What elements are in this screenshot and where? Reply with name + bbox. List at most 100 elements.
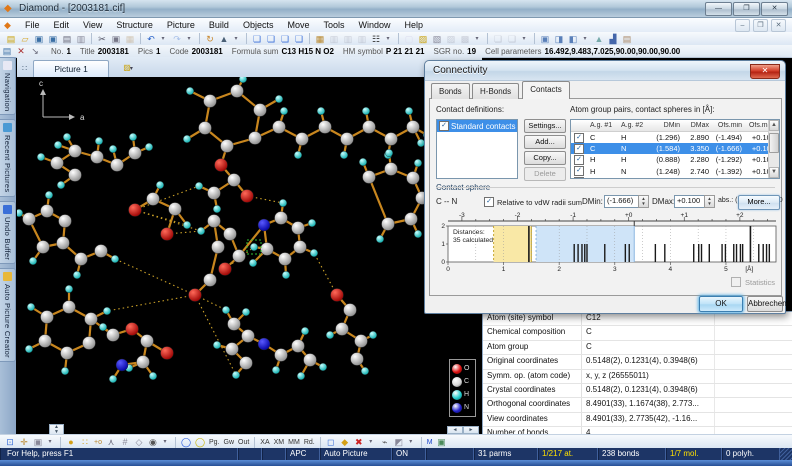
atom-h[interactable] [385, 149, 393, 157]
blank-swatch-icon[interactable]: ▢ [403, 33, 415, 45]
atom-c[interactable] [336, 323, 349, 336]
scroll-up-icon[interactable]: ▲ [769, 120, 779, 131]
atom-c[interactable] [83, 337, 96, 350]
scroll-thumb[interactable] [769, 133, 779, 153]
button-packing[interactable]: Pg. [207, 438, 222, 447]
coordination-sphere-yellow-icon[interactable]: ◯ [194, 436, 206, 448]
atom-h[interactable] [195, 182, 203, 190]
atom-h[interactable] [326, 331, 334, 339]
atom-c[interactable] [85, 313, 98, 326]
atom-c[interactable] [292, 340, 305, 353]
dialog-title-bar[interactable]: Connectivity [425, 61, 785, 81]
atom-o[interactable] [331, 289, 344, 302]
menu-help[interactable]: Help [398, 19, 431, 31]
atom-h[interactable] [361, 367, 369, 375]
atom-h[interactable] [37, 153, 45, 161]
filter-icon[interactable]: ◉ [147, 436, 159, 448]
atom-h[interactable] [129, 133, 137, 141]
row-checkbox[interactable]: ✓ [574, 144, 584, 154]
atom-h[interactable] [213, 205, 221, 213]
pairs-row-H-H[interactable]: ✓HH(0.888)2.280(-1.292)+0.100R [571, 154, 779, 165]
atom-o[interactable] [161, 347, 174, 360]
menu-objects[interactable]: Objects [236, 19, 281, 31]
atom-c[interactable] [137, 356, 150, 369]
dock-grid-icon[interactable]: ∷ [22, 64, 27, 73]
definition-item[interactable]: ✓Standard contacts [437, 120, 517, 132]
atom-c[interactable] [233, 250, 246, 263]
atom-o[interactable] [126, 323, 139, 336]
menu-build[interactable]: Build [202, 19, 236, 31]
atom-h[interactable] [29, 257, 37, 265]
open-folder-icon[interactable]: ▱ [19, 33, 31, 45]
atom-h[interactable] [73, 271, 81, 279]
chevron-down-icon[interactable]: ▾ [518, 33, 530, 45]
mdi-minimize-button[interactable]: – [735, 19, 750, 32]
window-close-all-icon[interactable]: ❏ [293, 33, 305, 45]
atom-c[interactable] [407, 172, 420, 185]
resize-grip[interactable] [780, 448, 792, 460]
menu-edit[interactable]: Edit [47, 19, 77, 31]
mdi-restore-button[interactable]: ❐ [753, 19, 768, 32]
delete-button[interactable]: Delete [524, 167, 566, 181]
dmin-spinner[interactable]: ▲▼ [638, 195, 649, 208]
atom-c[interactable] [304, 354, 317, 367]
atom-h[interactable] [376, 235, 384, 243]
atom-c[interactable] [212, 241, 225, 254]
tab-picture-1[interactable]: Picture 1 [33, 60, 109, 77]
viewport-settings-icon[interactable]: ⊡ [4, 436, 16, 448]
relative-vdw-checkbox[interactable]: ✓ [484, 197, 494, 207]
row-checkbox[interactable]: ✓ [574, 133, 584, 143]
atom-h[interactable] [222, 306, 230, 314]
scroll-right-icon[interactable]: ► [463, 426, 479, 434]
atom-c[interactable] [385, 163, 398, 176]
atom-h[interactable] [95, 137, 103, 145]
atom-h[interactable] [294, 151, 302, 159]
picture-paste-icon[interactable]: ▩ [459, 33, 471, 45]
atom-h[interactable] [359, 158, 367, 166]
atom-c[interactable] [407, 121, 420, 134]
atom-c[interactable] [261, 243, 274, 256]
dialog-tab-bonds[interactable]: Bonds [431, 83, 470, 99]
atom-c[interactable] [363, 121, 376, 134]
atom-c[interactable] [39, 335, 52, 348]
atom-c[interactable] [91, 151, 104, 164]
dmax-field[interactable]: +0.100 [674, 195, 706, 208]
atom-o[interactable] [129, 204, 142, 217]
atom-c[interactable] [41, 311, 54, 324]
atom-h[interactable] [297, 372, 305, 380]
button-grow[interactable]: Gw [222, 438, 237, 447]
atom-h[interactable] [250, 243, 258, 251]
atom-c[interactable] [111, 159, 124, 172]
chevron-down-icon[interactable]: ▾ [230, 33, 242, 45]
atom-h[interactable] [57, 181, 65, 189]
window-tile-h-icon[interactable]: ❏ [265, 33, 277, 45]
scroll-down-icon[interactable]: ▼ [769, 167, 779, 178]
atom-c[interactable] [169, 203, 182, 216]
atom-c[interactable] [51, 157, 64, 170]
chevron-down-icon[interactable]: ▾ [157, 33, 169, 45]
add-atoms-icon[interactable]: ∷ [79, 436, 91, 448]
atom-c[interactable] [204, 95, 217, 108]
atom-c[interactable] [141, 335, 154, 348]
atom-h[interactable] [25, 345, 33, 353]
atom-n[interactable] [258, 219, 270, 231]
save-icon[interactable]: ▣ [33, 33, 45, 45]
dialog-tab-h-bonds[interactable]: H-Bonds [472, 83, 519, 99]
atom-c[interactable] [240, 357, 253, 370]
pointer-tool-icon[interactable]: ▲ [218, 33, 230, 45]
atom-c[interactable] [296, 133, 309, 146]
menu-tools[interactable]: Tools [316, 19, 351, 31]
fill-cell-icon[interactable]: # [119, 436, 131, 448]
atom-h[interactable] [183, 221, 191, 229]
close-structure-icon[interactable]: ✕ [15, 45, 27, 57]
columns-icon[interactable]: ☷ [370, 33, 382, 45]
button-radii[interactable]: Rd. [302, 438, 317, 447]
cancel-button[interactable]: Abbrechen [747, 296, 783, 312]
layout-a-icon[interactable]: ❏ [492, 33, 504, 45]
dialog-tab-contacts[interactable]: Contacts [522, 81, 570, 99]
atom-h[interactable] [317, 107, 325, 115]
chevron-down-icon[interactable]: ▾ [365, 436, 377, 448]
new-picture-button[interactable]: ▨▾ [119, 61, 137, 74]
atom-c[interactable] [129, 147, 142, 160]
save-all-icon[interactable]: ▣ [47, 33, 59, 45]
